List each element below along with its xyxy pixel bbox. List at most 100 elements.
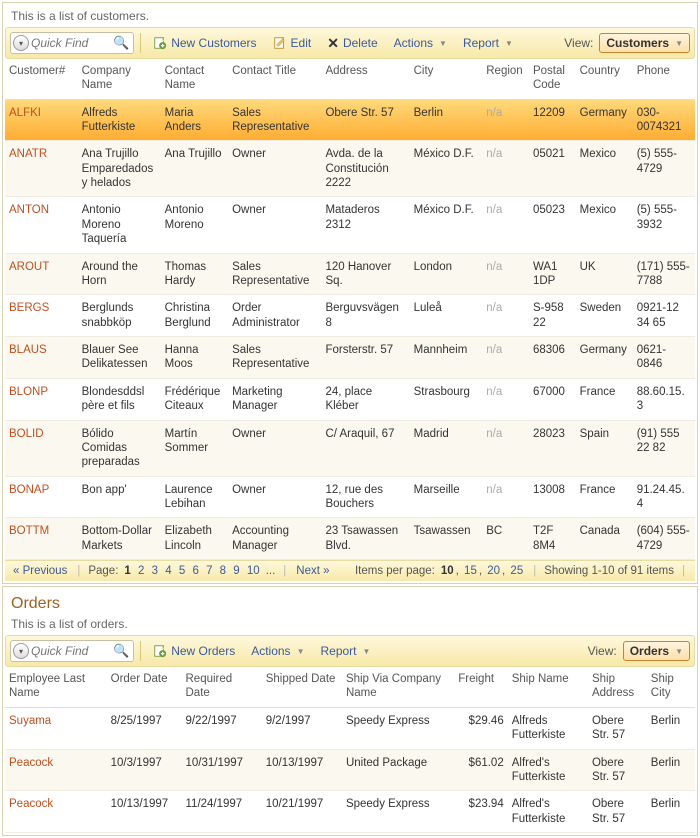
pager-ipp-option[interactable]: 10 <box>439 565 456 577</box>
column-header[interactable]: Ship Via Company Name <box>342 667 454 707</box>
view-value: Orders <box>630 644 669 658</box>
table-row[interactable]: ANATRAna Trujillo Emparedados y heladosA… <box>5 141 695 197</box>
view-value: Customers <box>606 36 669 50</box>
pager-page[interactable]: 10 <box>245 565 262 577</box>
pager-page[interactable]: 1 <box>122 565 132 577</box>
column-header[interactable]: Phone <box>633 59 695 99</box>
table-row[interactable]: BONAPBon app'Laurence LebihanOwner12, ru… <box>5 476 695 518</box>
cell: Owner <box>228 420 321 476</box>
pager-page[interactable]: 5 <box>177 565 187 577</box>
cell: 0621-0846 <box>633 337 695 379</box>
actions-button[interactable]: Actions ▼ <box>245 642 310 660</box>
report-button[interactable]: Report ▼ <box>314 642 376 660</box>
cell: Hanna Moos <box>161 337 228 379</box>
table-row[interactable]: AROUTAround the HornThomas HardySales Re… <box>5 253 695 295</box>
table-row[interactable]: BOLIDBólido Comidas preparadasMartín Som… <box>5 420 695 476</box>
actions-button[interactable]: Actions ▼ <box>388 34 453 52</box>
column-header[interactable]: Region <box>482 59 529 99</box>
cell: Tsawassen <box>410 518 483 560</box>
quick-find-dropdown-icon[interactable]: ▾ <box>13 35 29 51</box>
table-row[interactable]: BERGSBerglunds snabbköpChristina Berglun… <box>5 295 695 337</box>
table-row[interactable]: BOTTMBottom-Dollar MarketsElizabeth Linc… <box>5 518 695 560</box>
cell: n/a <box>482 420 529 476</box>
delete-icon: ✕ <box>327 35 339 52</box>
cell: Bólido Comidas preparadas <box>78 420 161 476</box>
cell: ANTON <box>5 197 78 253</box>
chevron-down-icon: ▼ <box>297 647 305 656</box>
new-customers-button[interactable]: New Customers <box>147 34 262 52</box>
new-icon <box>153 644 167 658</box>
cell: S-958 22 <box>529 295 576 337</box>
pager-page[interactable]: 6 <box>190 565 200 577</box>
table-row[interactable]: Peacock10/3/199710/31/199710/13/1997Unit… <box>5 749 695 791</box>
cell: Suyama <box>5 707 107 749</box>
cell: Sweden <box>576 295 633 337</box>
cell: 030-0074321 <box>633 99 695 141</box>
cell: Christina Berglund <box>161 295 228 337</box>
pager-next[interactable]: Next » <box>294 565 331 577</box>
table-row[interactable]: ANTONAntonio Moreno TaqueríaAntonio More… <box>5 197 695 253</box>
quick-find-wrap: ▾ 🔍 <box>10 640 134 662</box>
view-selector[interactable]: Orders ▼ <box>623 641 690 661</box>
column-header[interactable]: Required Date <box>182 667 262 707</box>
quick-find-input[interactable] <box>31 36 111 50</box>
cell: Berlin <box>647 707 695 749</box>
column-header[interactable]: Ship City <box>647 667 695 707</box>
cell: 12, rue des Bouchers <box>321 476 409 518</box>
cell: Elizabeth Lincoln <box>161 518 228 560</box>
table-row[interactable]: Peacock10/13/199711/24/199710/21/1997Spe… <box>5 791 695 833</box>
report-button[interactable]: Report ▼ <box>457 34 519 52</box>
cell: BOTTM <box>5 518 78 560</box>
cell: n/a <box>482 253 529 295</box>
pager-prev[interactable]: « Previous <box>11 565 69 577</box>
cell: Canada <box>576 518 633 560</box>
cell: 88.60.15.3 <box>633 378 695 420</box>
pager-page[interactable]: 7 <box>204 565 214 577</box>
column-header[interactable]: Address <box>321 59 409 99</box>
pager-page[interactable]: 3 <box>150 565 160 577</box>
edit-button[interactable]: Edit <box>267 34 318 52</box>
column-header[interactable]: Country <box>576 59 633 99</box>
cell: Owner <box>228 197 321 253</box>
column-header[interactable]: Employee Last Name <box>5 667 107 707</box>
cell: BERGS <box>5 295 78 337</box>
search-icon[interactable]: 🔍 <box>111 643 131 659</box>
search-icon[interactable]: 🔍 <box>111 35 131 51</box>
table-row[interactable]: BLAUSBlauer See DelikatessenHanna MoosSa… <box>5 337 695 379</box>
column-header[interactable]: Order Date <box>107 667 182 707</box>
pager-ipp-option[interactable]: 25 <box>508 565 525 577</box>
table-row[interactable]: ALFKIAlfreds FutterkisteMaria AndersSale… <box>5 99 695 141</box>
column-header[interactable]: Freight <box>454 667 507 707</box>
column-header[interactable]: City <box>410 59 483 99</box>
table-row[interactable]: Suyama8/25/19979/22/19979/2/1997Speedy E… <box>5 707 695 749</box>
actions-label: Actions <box>394 36 433 50</box>
column-header[interactable]: Ship Address <box>588 667 647 707</box>
pager-page[interactable]: 2 <box>136 565 146 577</box>
cell: Sales Representative <box>228 337 321 379</box>
quick-find-dropdown-icon[interactable]: ▾ <box>13 643 29 659</box>
cell: n/a <box>482 99 529 141</box>
table-row[interactable]: BLONPBlondesddsl père et filsFrédérique … <box>5 378 695 420</box>
cell: Alfred's Futterkiste <box>508 749 588 791</box>
pager-page[interactable]: 9 <box>231 565 241 577</box>
column-header[interactable]: Postal Code <box>529 59 576 99</box>
column-header[interactable]: Customer# <box>5 59 78 99</box>
cell: Ana Trujillo <box>161 141 228 197</box>
pager-ipp-option[interactable]: 15 <box>462 565 479 577</box>
column-header[interactable]: Shipped Date <box>262 667 342 707</box>
view-selector[interactable]: Customers ▼ <box>599 33 690 53</box>
pager-page[interactable]: 4 <box>163 565 173 577</box>
pager-ipp-option[interactable]: 20 <box>485 565 502 577</box>
cell: México D.F. <box>410 141 483 197</box>
new-orders-button[interactable]: New Orders <box>147 642 241 660</box>
column-header[interactable]: Company Name <box>78 59 161 99</box>
quick-find-input[interactable] <box>31 644 111 658</box>
delete-button[interactable]: ✕ Delete <box>321 33 383 54</box>
pager-page[interactable]: 8 <box>218 565 228 577</box>
column-header[interactable]: Contact Name <box>161 59 228 99</box>
column-header[interactable]: Ship Name <box>508 667 588 707</box>
column-header[interactable]: Contact Title <box>228 59 321 99</box>
cell: n/a <box>482 378 529 420</box>
pager-showing: Showing 1-10 of 91 items <box>544 565 674 577</box>
cell: Berlin <box>647 791 695 833</box>
